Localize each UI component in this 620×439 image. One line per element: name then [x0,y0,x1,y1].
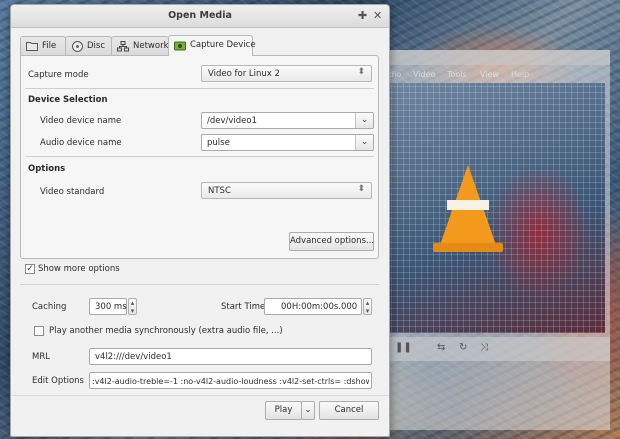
tab-capture-device[interactable]: Capture Device [168,35,256,56]
vlc-titlebar [385,50,610,65]
vlc-main-window: dio Video Tools View Help ❚❚ ⇆ ↻ ⤨ [385,50,610,430]
chevron-down-icon[interactable]: ▾ [364,307,371,315]
tab-disc[interactable]: Disc [65,36,112,55]
start-time-label: Start Time [221,302,266,312]
cancel-button[interactable]: Cancel [319,401,379,420]
tab-network[interactable]: Network [111,36,169,55]
capture-mode-label: Capture mode [28,70,89,80]
vlc-cone-base [433,243,503,252]
pin-icon[interactable]: ✚ [358,9,367,22]
vlc-cone-stripe [447,200,489,210]
vlc-menu-tools[interactable]: Tools [447,70,467,79]
chevron-down-icon: ⌄ [304,405,312,415]
video-device-label: Video device name [40,116,122,126]
show-more-options-checkbox[interactable]: ✓ [25,264,35,274]
playlist-icon[interactable]: ⇆ [437,342,445,353]
vlc-menu-view[interactable]: View [480,70,499,79]
chevron-down-icon[interactable]: ⌄ [355,113,373,128]
sync-media-checkbox[interactable] [34,326,44,336]
close-icon[interactable]: ✕ [373,9,382,22]
shuffle-icon[interactable]: ⤨ [480,342,488,353]
play-button[interactable]: Play [265,401,302,420]
options-heading: Options [28,164,66,174]
network-icon [117,41,129,52]
capture-device-icon [174,40,186,51]
disc-icon [71,41,83,52]
mrl-label: MRL [32,352,50,362]
vlc-menu-help[interactable]: Help [511,70,529,79]
separator [11,395,389,396]
device-selection-heading: Device Selection [28,95,108,105]
chevron-up-icon[interactable]: ▴ [129,299,136,307]
separator [25,156,374,157]
edit-options-label: Edit Options [32,376,84,386]
titlebar: Open Media ✚ ✕ [11,5,389,28]
show-more-options-label: Show more options [38,264,120,274]
start-time-input[interactable]: 00H:00m:00s.000 [264,298,362,315]
chevron-down-icon[interactable]: ⌄ [355,135,373,150]
tab-file[interactable]: File [20,36,66,55]
advanced-options-button[interactable]: Advanced options... [289,232,374,251]
chevron-down-icon[interactable]: ▾ [129,307,136,315]
audio-device-combobox[interactable]: pulse ⌄ [201,134,374,151]
audio-device-label: Audio device name [40,138,122,148]
open-media-dialog: Open Media ✚ ✕ File Disc Network Capture… [10,4,390,437]
vlc-controls: ❚❚ ⇆ ↻ ⤨ [385,337,610,361]
pause-icon[interactable]: ❚❚ [395,342,412,353]
sync-media-label: Play another media synchronously (extra … [49,326,283,336]
separator [25,88,374,89]
caching-label: Caching [32,302,67,312]
start-time-stepper[interactable]: ▴ ▾ [363,298,372,315]
capture-panel: Capture mode Video for Linux 2 ⬍ Device … [20,55,379,259]
loop-icon[interactable]: ↻ [459,342,467,353]
edit-options-input[interactable]: :v4l2-audio-treble=-1 :no-v4l2-audio-lou… [89,372,372,389]
play-options-dropdown[interactable]: ⌄ [301,401,315,420]
video-standard-select[interactable]: NTSC ⬍ [201,182,372,199]
chevron-up-icon[interactable]: ▴ [364,299,371,307]
updown-icon: ⬍ [357,184,365,194]
vlc-menubar: dio Video Tools View Help [385,66,610,82]
caching-stepper[interactable]: ▴ ▾ [128,298,137,315]
window-title: Open Media [168,10,232,21]
mrl-input[interactable]: v4l2:///dev/video1 [89,348,372,365]
separator [20,284,379,285]
capture-mode-select[interactable]: Video for Linux 2 ⬍ [201,65,372,82]
video-standard-label: Video standard [40,187,105,197]
vlc-menu-audio[interactable]: dio [389,70,401,79]
video-device-combobox[interactable]: /dev/video1 ⌄ [201,112,374,129]
folder-icon [26,41,38,52]
caching-input[interactable]: 300 ms [89,298,127,315]
vlc-menu-video[interactable]: Video [413,70,435,79]
updown-icon: ⬍ [357,67,365,77]
